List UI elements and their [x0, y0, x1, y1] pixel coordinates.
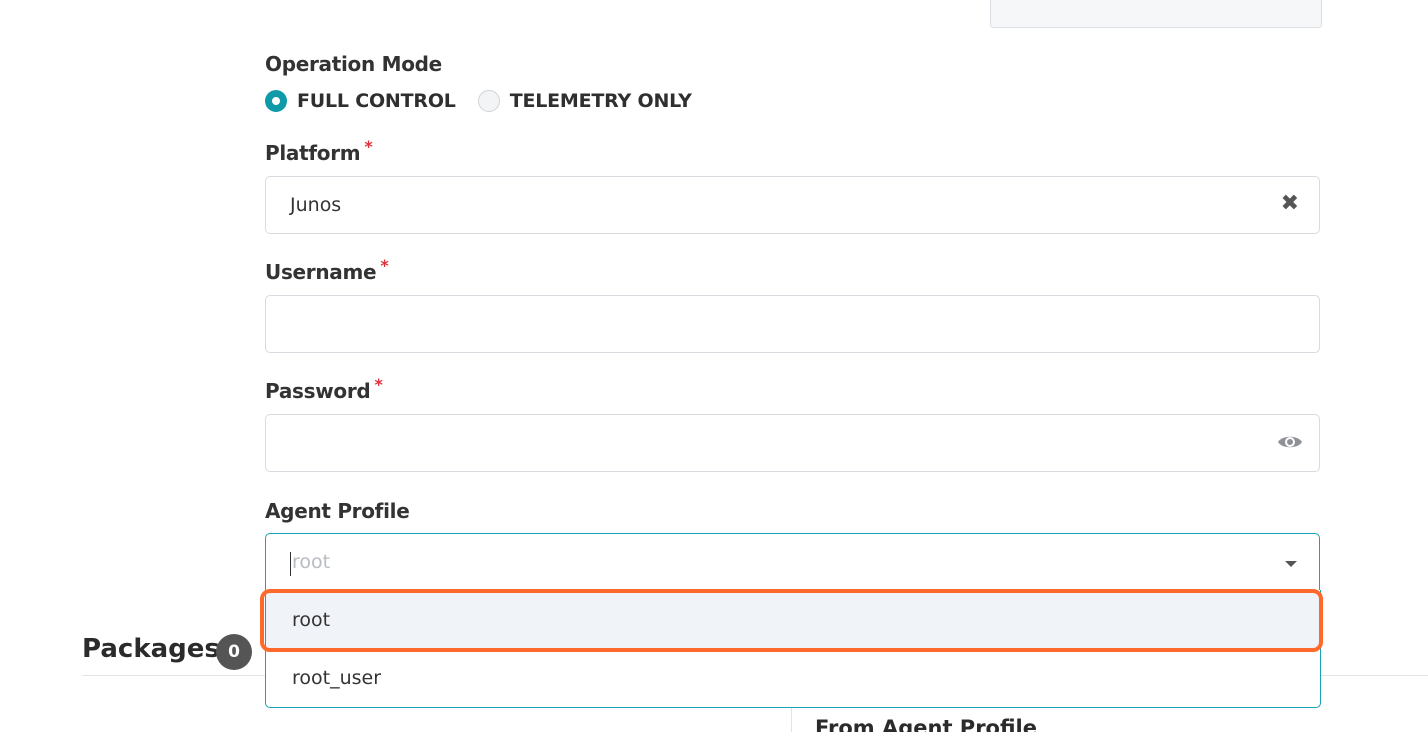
- dropdown-option-label: root_user: [292, 667, 382, 689]
- platform-label-text: Platform: [265, 141, 361, 165]
- username-label-text: Username: [265, 260, 377, 284]
- radio-telemetry-only[interactable]: TELEMETRY ONLY: [477, 90, 692, 112]
- agent-profile-label: Agent Profile: [265, 499, 410, 523]
- platform-value: Junos: [290, 194, 342, 216]
- packages-count-badge: 0: [216, 634, 252, 670]
- required-marker: *: [374, 375, 383, 394]
- username-input[interactable]: [265, 295, 1320, 353]
- agent-profile-label-text: Agent Profile: [265, 499, 410, 523]
- platform-select[interactable]: Junos ✖: [265, 176, 1320, 234]
- dropdown-option-root[interactable]: root: [266, 592, 1320, 650]
- page: Operation Mode FULL CONTROL TELEMETRY ON…: [0, 0, 1428, 732]
- radio-telemetry-only-label: TELEMETRY ONLY: [509, 90, 692, 112]
- radio-unchecked-icon[interactable]: [477, 90, 500, 112]
- agent-profile-select[interactable]: root: [265, 533, 1320, 591]
- chevron-down-icon[interactable]: [1285, 561, 1297, 567]
- clear-icon[interactable]: ✖: [1281, 191, 1299, 216]
- password-label-text: Password: [265, 379, 371, 403]
- password-input[interactable]: [265, 414, 1320, 472]
- agent-profile-dropdown: root root_user: [265, 590, 1321, 708]
- radio-full-control-label: FULL CONTROL: [297, 90, 456, 112]
- agent-profile-placeholder: root: [292, 551, 331, 573]
- platform-label: Platform *: [265, 137, 373, 165]
- operation-mode-radio-group: FULL CONTROL TELEMETRY ONLY: [265, 88, 714, 114]
- from-agent-profile-text: From Agent Profile: [815, 716, 1037, 732]
- packages-title-text: Packages: [82, 634, 220, 664]
- required-marker: *: [364, 137, 373, 156]
- operation-mode-label-text: Operation Mode: [265, 52, 442, 76]
- password-label: Password *: [265, 375, 383, 403]
- packages-title: Packages: [82, 634, 220, 664]
- text-caret: [290, 552, 291, 576]
- operation-mode-label: Operation Mode: [265, 52, 442, 76]
- from-agent-profile-heading: From Agent Profile: [815, 716, 1037, 732]
- eye-icon[interactable]: [1277, 433, 1303, 451]
- packages-count: 0: [228, 642, 240, 662]
- required-marker: *: [380, 256, 389, 275]
- username-label: Username *: [265, 256, 389, 284]
- dropdown-option-root-user[interactable]: root_user: [266, 650, 1320, 708]
- top-partial-field[interactable]: [990, 0, 1322, 28]
- radio-full-control[interactable]: FULL CONTROL: [265, 90, 456, 112]
- dropdown-option-label: root: [292, 609, 331, 631]
- radio-checked-icon[interactable]: [265, 90, 287, 112]
